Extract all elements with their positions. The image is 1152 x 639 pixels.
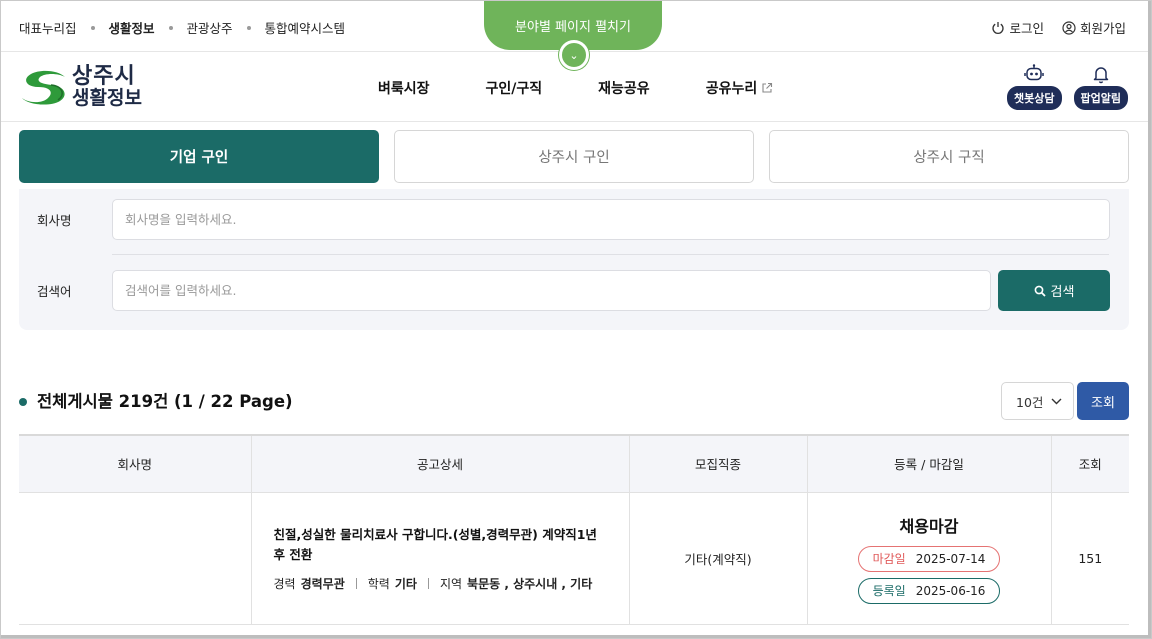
login-link[interactable]: 로그인	[991, 18, 1044, 37]
nav-flea-market[interactable]: 벼룩시장	[378, 78, 430, 98]
posting-meta: 경력 경력무관 학력 기타 지역 북문동 , 상주시내 , 기타	[274, 575, 607, 592]
chatbot-button[interactable]: 챗봇상담	[1007, 64, 1062, 110]
company-label: 회사명	[37, 213, 72, 228]
company-cell	[19, 492, 251, 625]
nav-share-nuri[interactable]: 공유누리	[706, 78, 774, 98]
unfold-label: 분야별 페이지 펼치기	[515, 20, 631, 35]
search-divider	[112, 254, 1109, 255]
job-type-cell: 기타(계약직)	[628, 492, 807, 625]
separator-dot	[168, 25, 173, 30]
bullet-icon	[19, 398, 27, 406]
external-link-icon	[762, 82, 773, 93]
job-listing-table: 회사명 공고상세 모집직종 등록 / 마감일 조회 친절,성실한 물리치료사 구…	[19, 434, 1129, 625]
table-row[interactable]: 친절,성실한 물리치료사 구합니다.(성별,경력무관) 계약직1년 후 전환 경…	[19, 492, 1129, 625]
search-button-label: 검색	[1050, 285, 1075, 300]
keyword-label: 검색어	[37, 284, 72, 299]
page-size-select[interactable]: 10건	[1001, 382, 1074, 420]
logo-subtitle: 생활정보	[72, 87, 142, 109]
detail-cell: 친절,성실한 물리치료사 구합니다.(성별,경력무관) 계약직1년 후 전환 경…	[250, 492, 629, 625]
region-label: 지역	[439, 576, 463, 591]
col-dates: 등록 / 마감일	[806, 434, 1051, 493]
link-tourism[interactable]: 관광상주	[187, 18, 233, 37]
deadline-label: 마감일	[872, 552, 906, 566]
main-navigation: 벼룩시장 구인/구직 재능공유 공유누리	[378, 78, 829, 98]
nav-label: 구인/구직	[485, 81, 543, 97]
view-button[interactable]: 조회	[1077, 382, 1129, 420]
job-tabs: 기업 구인 상주시 구인 상주시 구직	[19, 130, 1129, 183]
career-label: 경력	[273, 576, 296, 591]
separator-dot	[246, 25, 251, 30]
deadline-value: 2025-07-14	[915, 551, 986, 566]
bell-icon	[1093, 67, 1108, 84]
meta-divider	[427, 577, 429, 589]
deadline-pill: 마감일 2025-07-14	[858, 545, 1000, 572]
registered-label: 등록일	[872, 584, 906, 598]
header-actions: 챗봇상담 팝업알림	[1007, 64, 1128, 110]
keyword-input[interactable]	[112, 270, 991, 311]
user-circle-icon	[1062, 20, 1076, 35]
total-count: 전체게시물 219건 (1 / 22 Page)	[37, 392, 293, 411]
search-button[interactable]: 검색	[998, 270, 1110, 311]
views-cell: 151	[1050, 492, 1129, 625]
col-job-type: 모집직종	[628, 434, 807, 493]
signup-label: 회원가입	[1079, 21, 1126, 36]
education-label: 학력	[367, 576, 390, 591]
posting-title-link[interactable]: 친절,성실한 물리치료사 구합니다.(성별,경력무관) 계약직1년 후 전환	[274, 527, 597, 562]
registered-pill: 등록일 2025-06-16	[858, 577, 1000, 604]
popup-alert-label: 팝업알림	[1073, 86, 1128, 110]
nav-label: 벼룩시장	[378, 81, 430, 97]
col-company: 회사명	[19, 434, 251, 493]
login-label: 로그인	[1009, 21, 1044, 36]
unfold-toggle-button[interactable]: ⌄	[559, 40, 589, 70]
keyword-search-row: 검색어	[19, 270, 1129, 311]
status-badge: 채용마감	[899, 516, 959, 536]
tab-company-hiring[interactable]: 기업 구인	[19, 130, 379, 183]
signup-link[interactable]: 회원가입	[1062, 18, 1126, 37]
logo-title: 상주시	[72, 64, 136, 89]
robot-icon	[1024, 64, 1045, 81]
nav-talent-share[interactable]: 재능공유	[598, 78, 650, 98]
meta-divider	[355, 577, 357, 589]
dates-cell: 채용마감 마감일 2025-07-14 등록일 2025-06-16	[806, 492, 1051, 625]
col-views: 조회	[1050, 434, 1129, 493]
popup-alert-button[interactable]: 팝업알림	[1073, 64, 1128, 110]
registered-value: 2025-06-16	[915, 583, 986, 598]
company-search-row: 회사명	[19, 199, 1129, 240]
career-value: 경력무관	[300, 576, 345, 591]
company-name-input[interactable]	[112, 199, 1110, 240]
chatbot-label: 챗봇상담	[1007, 86, 1062, 110]
col-detail: 공고상세	[250, 434, 629, 493]
table-header-row: 회사명 공고상세 모집직종 등록 / 마감일 조회	[19, 434, 1129, 493]
chevron-down-icon	[1051, 398, 1062, 404]
nav-jobs[interactable]: 구인/구직	[486, 78, 543, 98]
link-main-site[interactable]: 대표누리집	[19, 18, 77, 37]
page-size-value: 10건	[1016, 394, 1044, 410]
chevron-down-icon: ⌄	[569, 48, 579, 62]
link-reservation[interactable]: 통합예약시스템	[265, 18, 346, 37]
link-life-info[interactable]: 생활정보	[109, 18, 155, 37]
tab-sangju-job-seeking[interactable]: 상주시 구직	[769, 130, 1129, 183]
nav-label: 재능공유	[598, 81, 650, 97]
tab-sangju-hiring[interactable]: 상주시 구인	[394, 130, 754, 183]
search-icon	[1034, 285, 1046, 297]
account-links: 로그인 회원가입	[991, 18, 1126, 37]
separator-dot	[90, 25, 95, 30]
search-panel: 회사명 검색어 검색	[19, 189, 1129, 330]
list-summary: 전체게시물 219건 (1 / 22 Page)	[19, 388, 293, 412]
region-value: 북문동 , 상주시내 , 기타	[467, 576, 593, 591]
site-logo[interactable]: 상주시 생활정보	[18, 66, 142, 108]
education-value: 기타	[394, 576, 417, 591]
nav-label: 공유누리	[705, 81, 758, 97]
power-icon	[992, 21, 1005, 34]
sangju-logo-icon	[22, 70, 65, 105]
site-links: 대표누리집 생활정보 관광상주 통합예약시스템	[19, 18, 345, 37]
